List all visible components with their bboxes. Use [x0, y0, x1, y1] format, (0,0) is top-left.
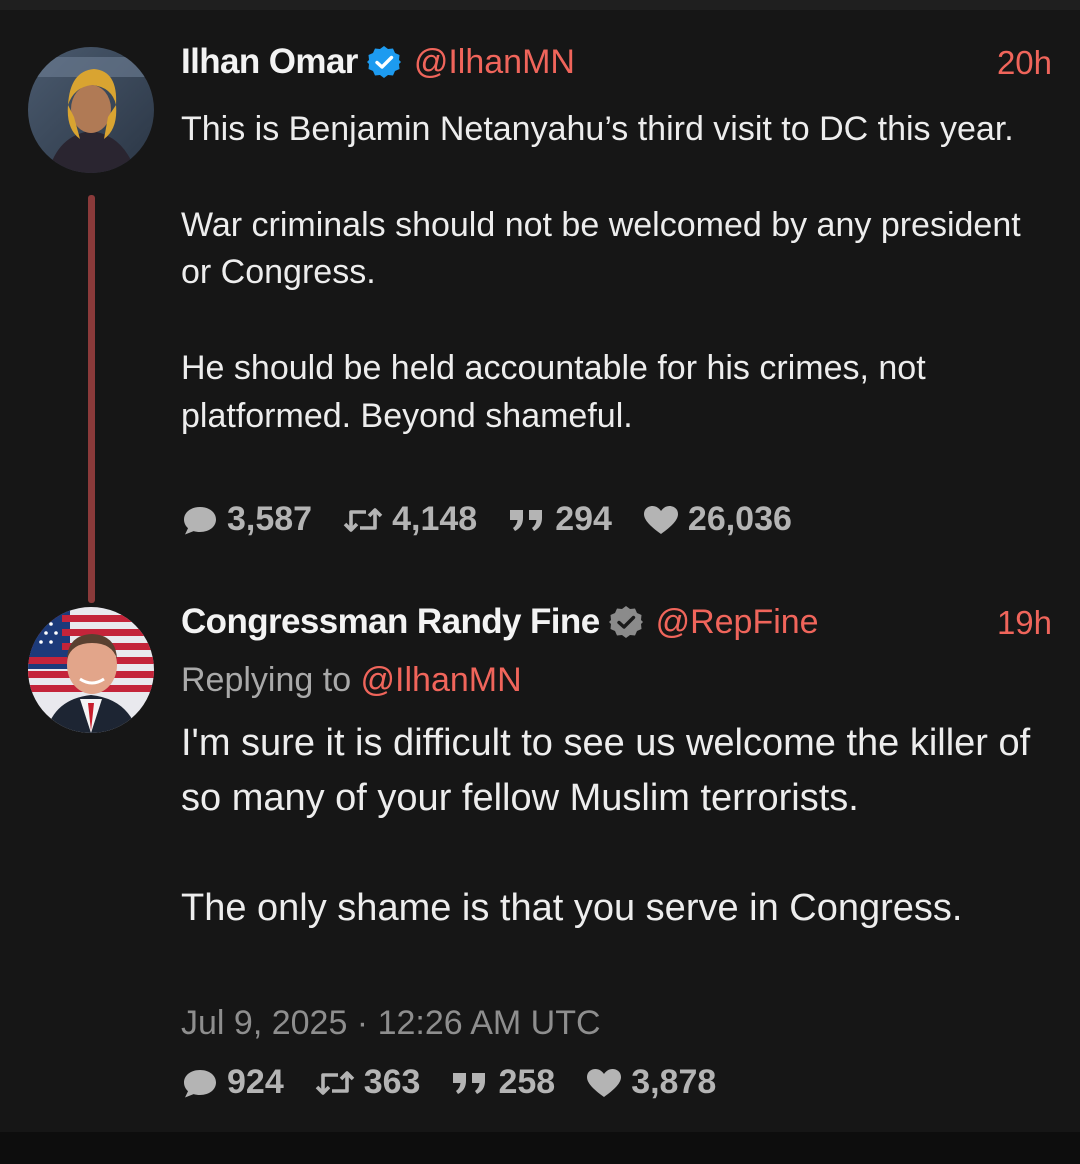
- tweet1-stats: 3,587 4,148 294 26,036: [181, 500, 792, 539]
- comment-icon: [184, 506, 216, 534]
- avatar-randy-fine[interactable]: [28, 607, 154, 733]
- tweet2-text: I'm sure it is difficult to see us welco…: [181, 722, 1031, 929]
- retweet-icon: [315, 1070, 355, 1095]
- quote-icon: [510, 509, 543, 531]
- tweet1-text: This is Benjamin Netanyahu’s third visit…: [181, 110, 1021, 435]
- quote-icon: [453, 1072, 486, 1094]
- tweet2-stats: 924 363 258 3,878: [181, 1063, 716, 1102]
- comment-count: 924: [227, 1063, 284, 1101]
- tweet1-timestamp[interactable]: 20h: [997, 44, 1052, 82]
- tweet1-header: Ilhan Omar @IlhanMN: [181, 40, 575, 84]
- quote-stat[interactable]: 294: [507, 500, 612, 539]
- tweet2-timestamp[interactable]: 19h: [997, 604, 1052, 642]
- author-name[interactable]: Ilhan Omar: [181, 42, 358, 82]
- tweet2-date[interactable]: Jul 9, 2025 · 12:26 AM UTC: [181, 1004, 601, 1043]
- like-stat[interactable]: 26,036: [642, 500, 792, 539]
- author-handle[interactable]: @IlhanMN: [414, 43, 575, 82]
- like-count: 3,878: [631, 1063, 717, 1101]
- retweet-count: 363: [363, 1063, 421, 1101]
- tweet2-header: Congressman Randy Fine @RepFine: [181, 600, 819, 644]
- replying-to: Replying to @IlhanMN: [181, 661, 522, 700]
- retweet-icon: [343, 507, 383, 532]
- quote-count: 258: [498, 1063, 556, 1101]
- quote-stat[interactable]: 258: [450, 1063, 555, 1102]
- replying-handle-link[interactable]: @IlhanMN: [361, 661, 522, 699]
- thread-connector-line: [88, 195, 95, 603]
- heart-icon: [643, 505, 678, 534]
- comment-stat[interactable]: 924: [181, 1063, 284, 1102]
- bottom-bar: [0, 1132, 1080, 1164]
- like-stat[interactable]: 3,878: [585, 1063, 716, 1102]
- tweet-thread: Ilhan Omar @IlhanMN 20h This is Benjamin…: [0, 10, 1080, 1132]
- verified-badge-icon: [608, 605, 643, 639]
- verified-badge-icon: [366, 45, 401, 79]
- like-count: 26,036: [687, 500, 792, 538]
- replying-prefix: Replying to: [181, 661, 361, 699]
- author-name[interactable]: Congressman Randy Fine: [181, 602, 600, 642]
- comment-stat[interactable]: 3,587: [181, 500, 312, 539]
- comment-count: 3,587: [227, 500, 313, 538]
- top-bar: [0, 0, 1080, 10]
- retweet-stat[interactable]: 4,148: [342, 500, 477, 539]
- retweet-stat[interactable]: 363: [314, 1063, 421, 1102]
- quote-count: 294: [555, 500, 612, 538]
- heart-icon: [587, 1068, 622, 1097]
- avatar-ilhan-omar[interactable]: [28, 47, 154, 173]
- comment-icon: [184, 1069, 216, 1097]
- retweet-count: 4,148: [392, 500, 478, 538]
- author-handle[interactable]: @RepFine: [656, 603, 819, 642]
